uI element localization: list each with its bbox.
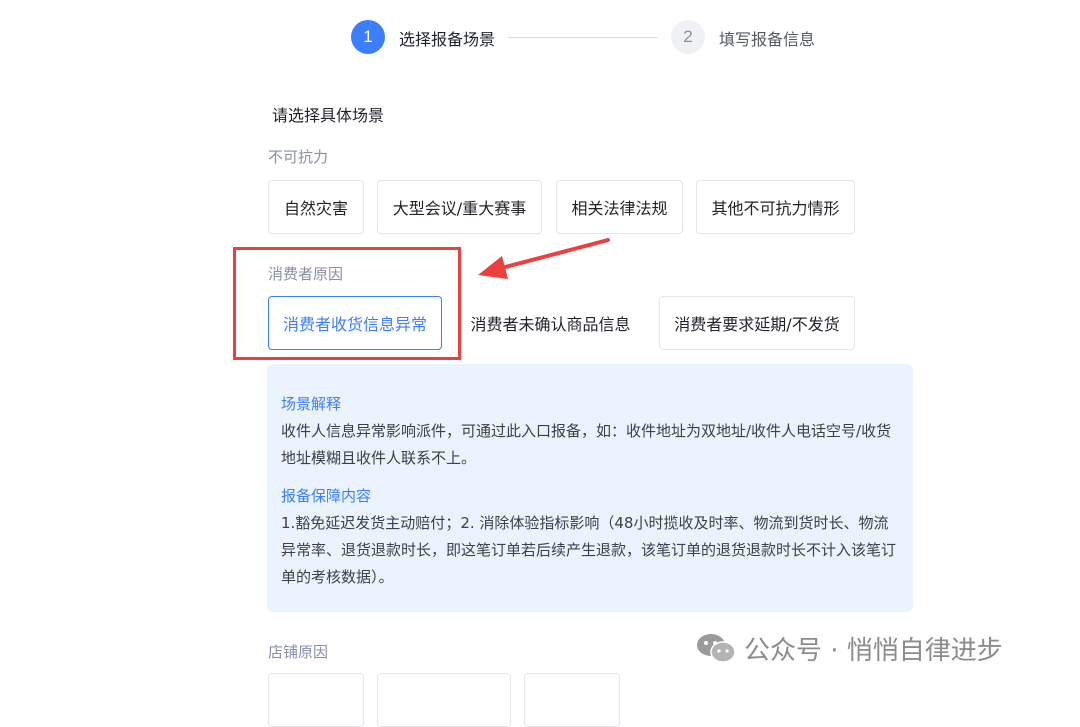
watermark-text: 公众号 · 悄悄自律进步 bbox=[744, 635, 1003, 666]
step-connector bbox=[508, 37, 658, 38]
section-title: 请选择具体场景 bbox=[272, 106, 385, 125]
option-store-2[interactable] bbox=[377, 673, 511, 727]
guarantee-heading: 报备保障内容 bbox=[281, 487, 372, 505]
option-natural-disaster[interactable]: 自然灾害 bbox=[268, 180, 364, 234]
scene-explanation-text: 收件人信息异常影响派件，可通过此入口报备，如：收件地址为双地址/收件人电话空号/… bbox=[281, 422, 892, 467]
arrow-icon bbox=[478, 238, 610, 279]
step-2-label: 填写报备信息 bbox=[719, 30, 816, 49]
group-title-store: 店铺原因 bbox=[268, 643, 329, 661]
scene-explanation-heading: 场景解释 bbox=[281, 395, 342, 413]
option-store-1[interactable] bbox=[268, 673, 364, 727]
step-1-label: 选择报备场景 bbox=[399, 30, 496, 49]
guarantee-text: 1.豁免延迟发货主动赔付；2. 消除体验指标影响（48小时揽收及时率、物流到货时… bbox=[281, 514, 897, 586]
annotation-highlight-box bbox=[233, 247, 461, 360]
step-1-circle: 1 bbox=[351, 20, 385, 54]
step-2-circle: 2 bbox=[671, 20, 705, 54]
option-other-force-majeure[interactable]: 其他不可抗力情形 bbox=[696, 180, 855, 234]
watermark: 公众号 · 悄悄自律进步 bbox=[696, 628, 1003, 668]
option-consumer-unconfirmed[interactable]: 消费者未确认商品信息 bbox=[456, 296, 645, 350]
group-title-force-majeure: 不可抗力 bbox=[268, 148, 329, 166]
wechat-icon bbox=[697, 634, 736, 663]
option-store-3[interactable] bbox=[524, 673, 620, 727]
option-laws-regulations[interactable]: 相关法律法规 bbox=[556, 180, 683, 234]
option-consumer-delay[interactable]: 消费者要求延期/不发货 bbox=[659, 296, 855, 350]
option-major-event[interactable]: 大型会议/重大赛事 bbox=[377, 180, 542, 234]
info-panel: 场景解释 收件人信息异常影响派件，可通过此入口报备，如：收件地址为双地址/收件人… bbox=[267, 364, 913, 612]
